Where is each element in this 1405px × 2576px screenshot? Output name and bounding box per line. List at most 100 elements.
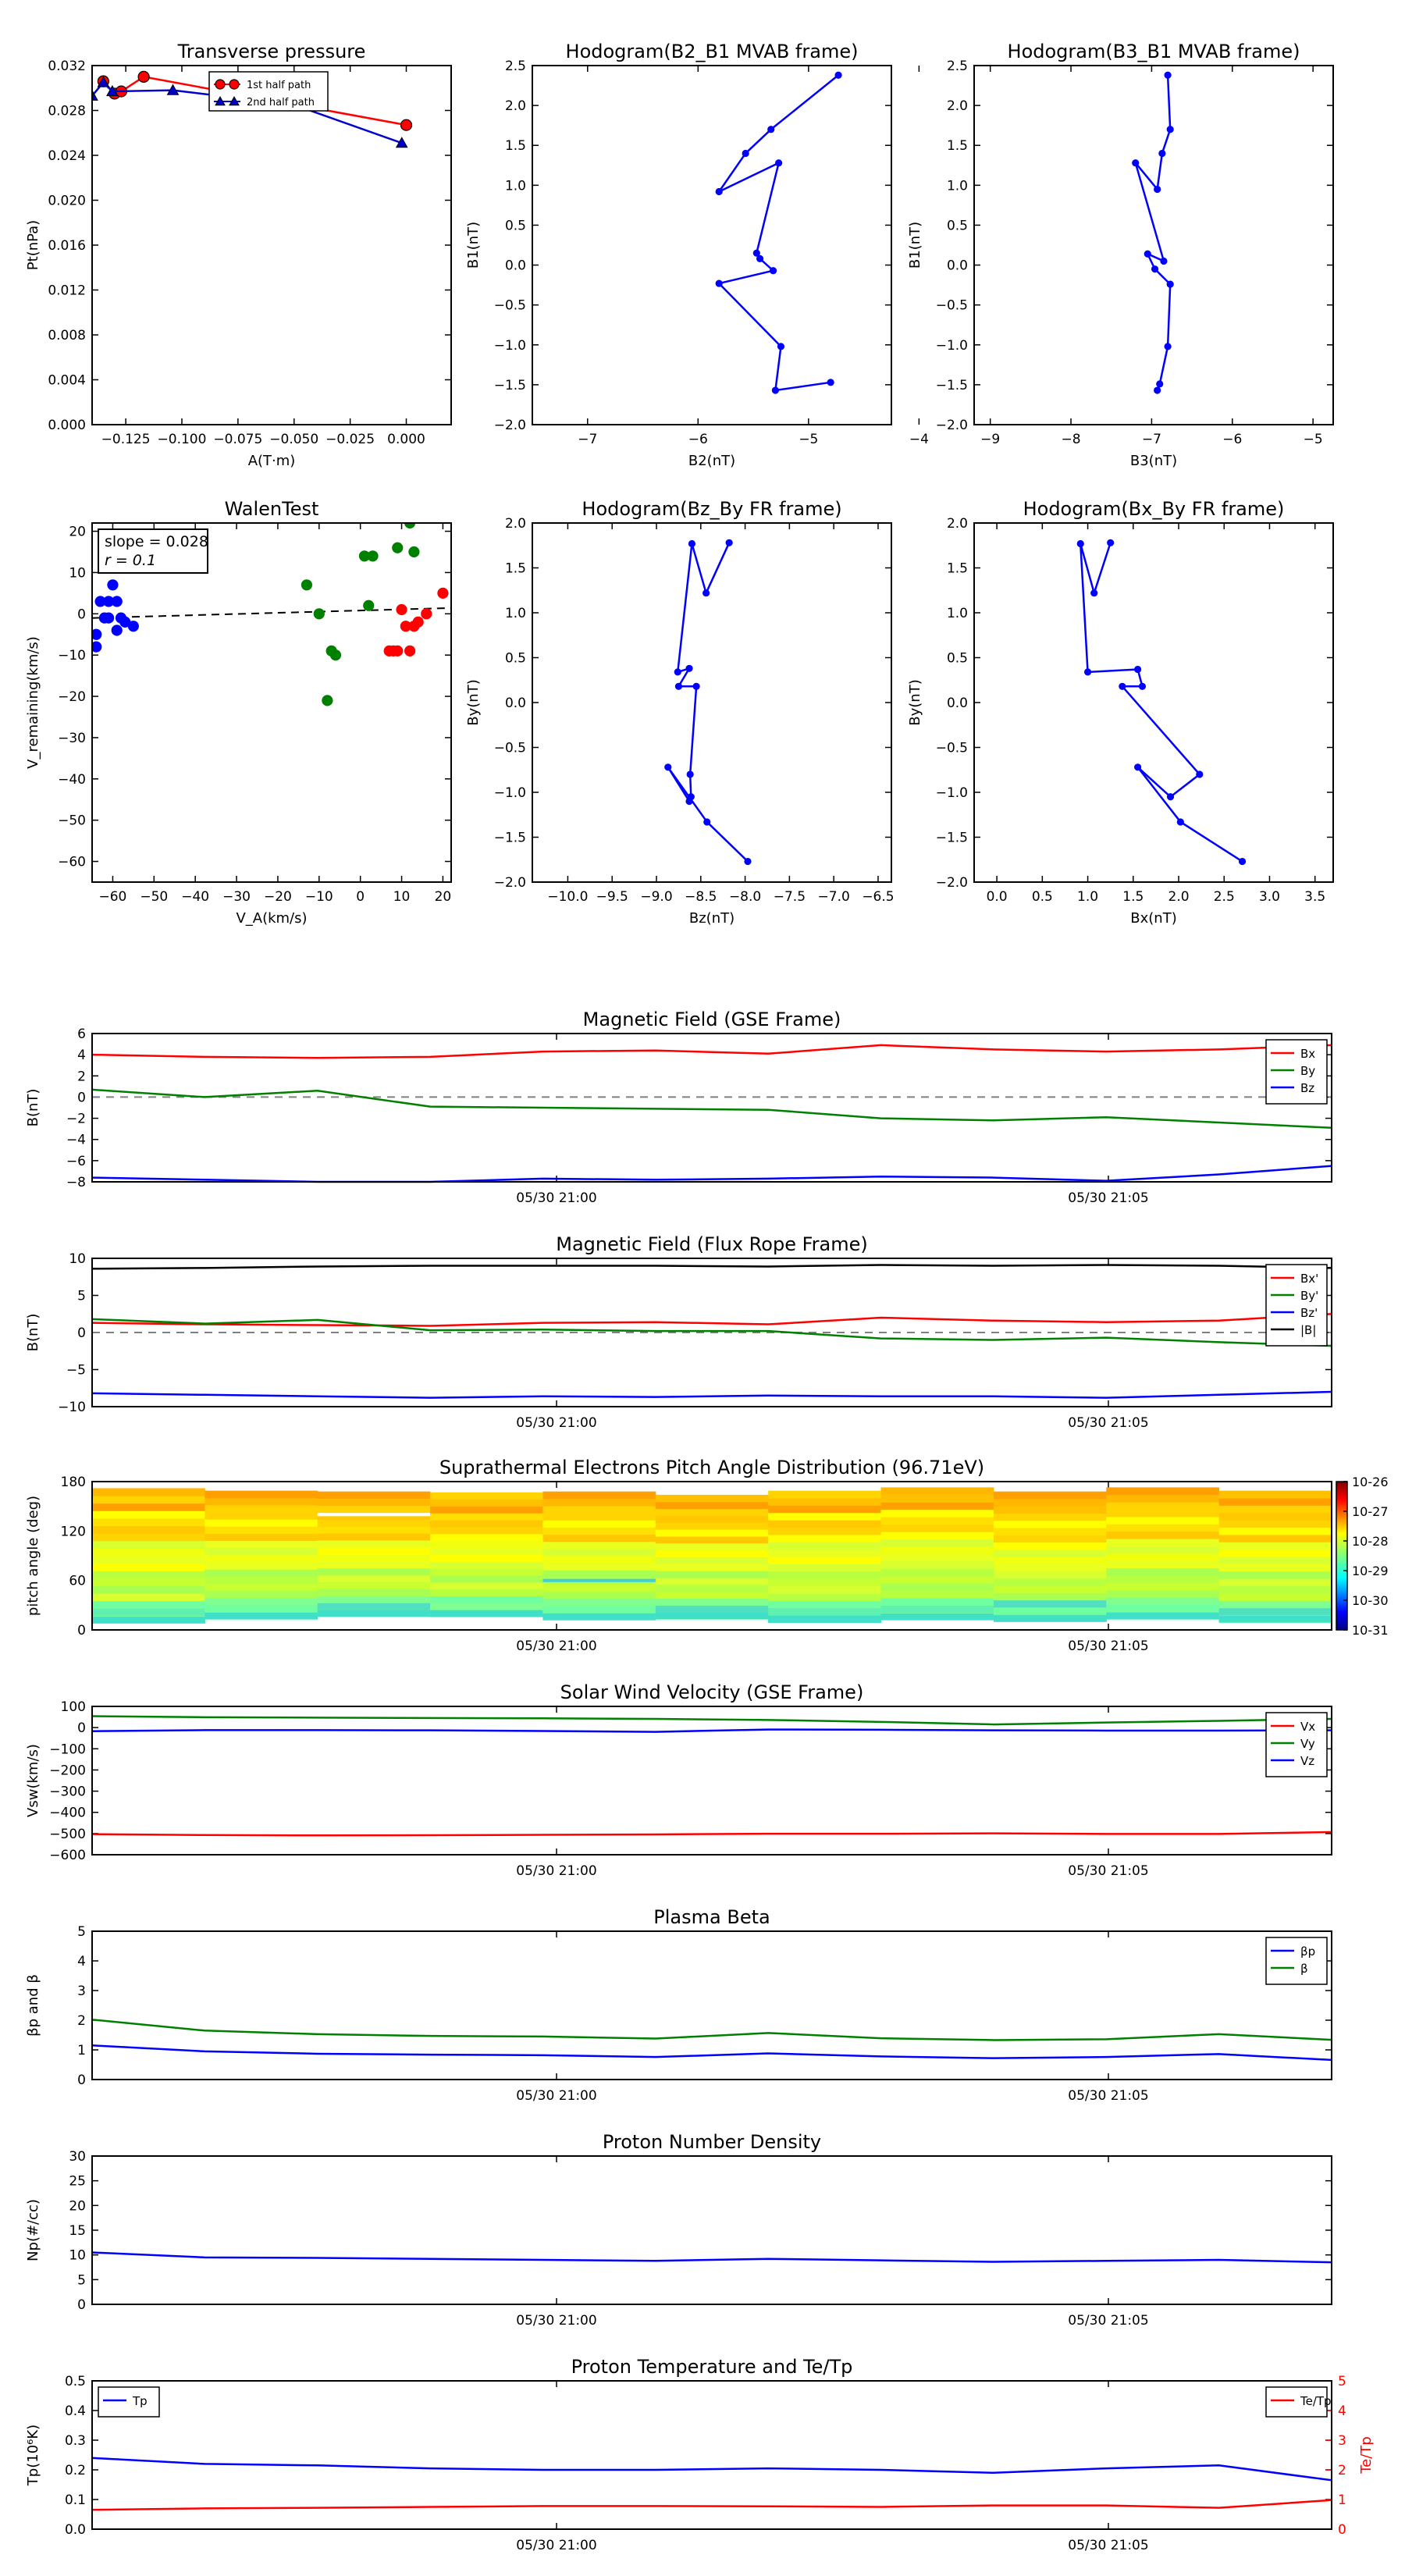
pad-cell xyxy=(1106,1539,1220,1546)
pad-cell xyxy=(880,1546,994,1554)
hodogram-bz-by-point xyxy=(674,682,683,690)
transverse-pressure-title: Transverse pressure xyxy=(177,41,366,62)
hodogram-b2-b1-plot-area xyxy=(715,71,842,394)
walen-test-point xyxy=(329,649,342,661)
hodogram-bx-by-ytick-label: 0.5 xyxy=(947,651,968,667)
hodogram-bx-by-xtick-label: 3.5 xyxy=(1304,889,1325,905)
mag-gse-series-Bx xyxy=(91,1044,1332,1059)
pad-cell xyxy=(430,1582,543,1590)
beta-ytick-label: 3 xyxy=(77,1984,86,1999)
beta-legend-label: βp xyxy=(1300,1944,1315,1959)
walen-test-panel: WalenTest −60 −50 −40 −30 −20 −10 0 10 20 V_A(km/s… xyxy=(25,498,452,927)
pad-cell xyxy=(92,1608,205,1617)
pad-cell xyxy=(542,1505,656,1514)
pad-cell xyxy=(317,1567,431,1576)
hodogram-b3-b1-point xyxy=(1160,257,1168,265)
hodogram-bx-by-ytick-label: −1.0 xyxy=(936,785,968,801)
np-title: Proton Number Density xyxy=(603,2131,821,2153)
vsw-xtick-label: 05/30 21:05 xyxy=(1068,1863,1148,1879)
pad-cell xyxy=(655,1536,769,1544)
hodogram-b2-b1-point xyxy=(742,149,749,158)
hodogram-bz-by-ytick-label: 1.5 xyxy=(505,561,526,577)
pad-cell xyxy=(317,1513,431,1517)
hodogram-b2-b1-ytick-label: 2.5 xyxy=(505,59,526,74)
pad-cell xyxy=(542,1563,656,1571)
pad-cell xyxy=(430,1533,543,1542)
hodogram-b3-b1-xtick-label: −5 xyxy=(1304,432,1323,447)
hodogram-b3-b1-ytick-label: 0.5 xyxy=(947,218,968,233)
tp-ytick-label: 0.5 xyxy=(65,2374,86,2389)
transverse-pressure-legend-label: 2nd half path xyxy=(247,97,315,109)
pad-colorbar-label: 10-31 xyxy=(1352,1623,1389,1638)
hodogram-b3-b1-point xyxy=(1156,380,1164,388)
pad-cell xyxy=(92,1517,205,1527)
mag-fr-legend-label: Bz' xyxy=(1300,1306,1318,1320)
hodogram-bz-by-point xyxy=(703,818,711,826)
transverse-pressure-panel: Transverse pressure −0.125 −0.100 −0.075 −0.… xyxy=(25,41,452,469)
hodogram-b2-b1-xlabel: B2(nT) xyxy=(688,453,735,469)
mag-gse-legend-label: Bx xyxy=(1300,1047,1315,1061)
mag-fr-series-|B| xyxy=(91,1264,1332,1270)
hodogram-b3-b1-ytick-label: 2.0 xyxy=(947,98,968,114)
pad-cell xyxy=(205,1604,318,1613)
walen-test-ytick-label: −20 xyxy=(58,689,86,705)
pad-cell xyxy=(1106,1574,1220,1583)
transverse-pressure-xtick-label: −0.075 xyxy=(213,432,262,447)
tp-xtick-label: 05/30 21:05 xyxy=(1068,2538,1148,2553)
hodogram-b2-b1-point xyxy=(756,254,764,262)
vsw-legend-label: Vy xyxy=(1300,1737,1315,1751)
pad-cell xyxy=(768,1564,882,1572)
pad-cell xyxy=(542,1498,656,1507)
pad-cell xyxy=(768,1490,882,1499)
pad-cell xyxy=(205,1576,318,1585)
np-series-0 xyxy=(91,2251,1332,2264)
transverse-pressure-xtick-label: −0.100 xyxy=(158,432,207,447)
pad-cell xyxy=(880,1509,994,1517)
mag-fr-legend-label: By' xyxy=(1300,1289,1318,1303)
pad-cell xyxy=(768,1542,882,1550)
hodogram-bz-by-ytick-label: 0.5 xyxy=(505,651,526,667)
walen-test-point xyxy=(363,600,375,611)
hodogram-bz-by-point xyxy=(725,539,733,546)
walen-test-point xyxy=(396,603,407,616)
pad-cell xyxy=(768,1616,882,1623)
pad-cell xyxy=(1106,1553,1220,1561)
pad-ytick-label: 120 xyxy=(61,1524,86,1539)
hodogram-b3-b1-point xyxy=(1164,71,1172,79)
mag-gse-legend xyxy=(1265,1039,1328,1105)
walen-test-point xyxy=(127,621,139,632)
mag-fr-series-Bz' xyxy=(91,1390,1332,1399)
tp-legend-label: Te/Tp xyxy=(1300,2394,1332,2408)
beta-title: Plasma Beta xyxy=(653,1906,770,1928)
pad-cell xyxy=(317,1560,431,1569)
pad-cell xyxy=(1218,1520,1332,1528)
walen-test-point xyxy=(111,624,123,636)
pad-cell xyxy=(993,1535,1107,1543)
hodogram-b2-b1-ytick-label: −1.5 xyxy=(494,378,526,393)
pad-cell xyxy=(317,1610,431,1617)
hodogram-bx-by-ylabel: By(nT) xyxy=(907,679,923,725)
walen-test-point xyxy=(421,608,432,620)
beta-ytick-label: 0 xyxy=(77,2073,86,2088)
mag-gse-ytick-label: −4 xyxy=(66,1133,86,1148)
pad-cell xyxy=(205,1547,318,1556)
walen-test-ytick-label: −60 xyxy=(58,855,86,870)
pad-cell xyxy=(430,1554,543,1562)
hodogram-b2-b1-ytick-label: 0.5 xyxy=(505,218,526,233)
hodogram-bx-by-ytick-label: −0.5 xyxy=(936,741,968,756)
walen-test-ylabel: V_remaining(km/s) xyxy=(25,636,41,769)
pad-cell xyxy=(1106,1597,1220,1606)
hodogram-bx-by-point xyxy=(1196,770,1204,778)
pad-cell xyxy=(205,1612,318,1620)
pad-cell xyxy=(768,1527,882,1535)
pad-cell xyxy=(655,1550,769,1558)
np-ytick-label: 5 xyxy=(77,2272,86,2288)
pad-cell xyxy=(1106,1502,1220,1510)
walen-test-axes-frame xyxy=(91,522,452,883)
hodogram-bx-by-point xyxy=(1166,793,1175,801)
hodogram-bx-by-point xyxy=(1083,668,1092,676)
hodogram-b3-b1-ytick-label: −0.5 xyxy=(936,298,968,314)
pad-cell xyxy=(542,1578,656,1582)
hodogram-bz-by-xtick-label: −7.5 xyxy=(774,889,806,905)
pad-cell xyxy=(1106,1582,1220,1591)
